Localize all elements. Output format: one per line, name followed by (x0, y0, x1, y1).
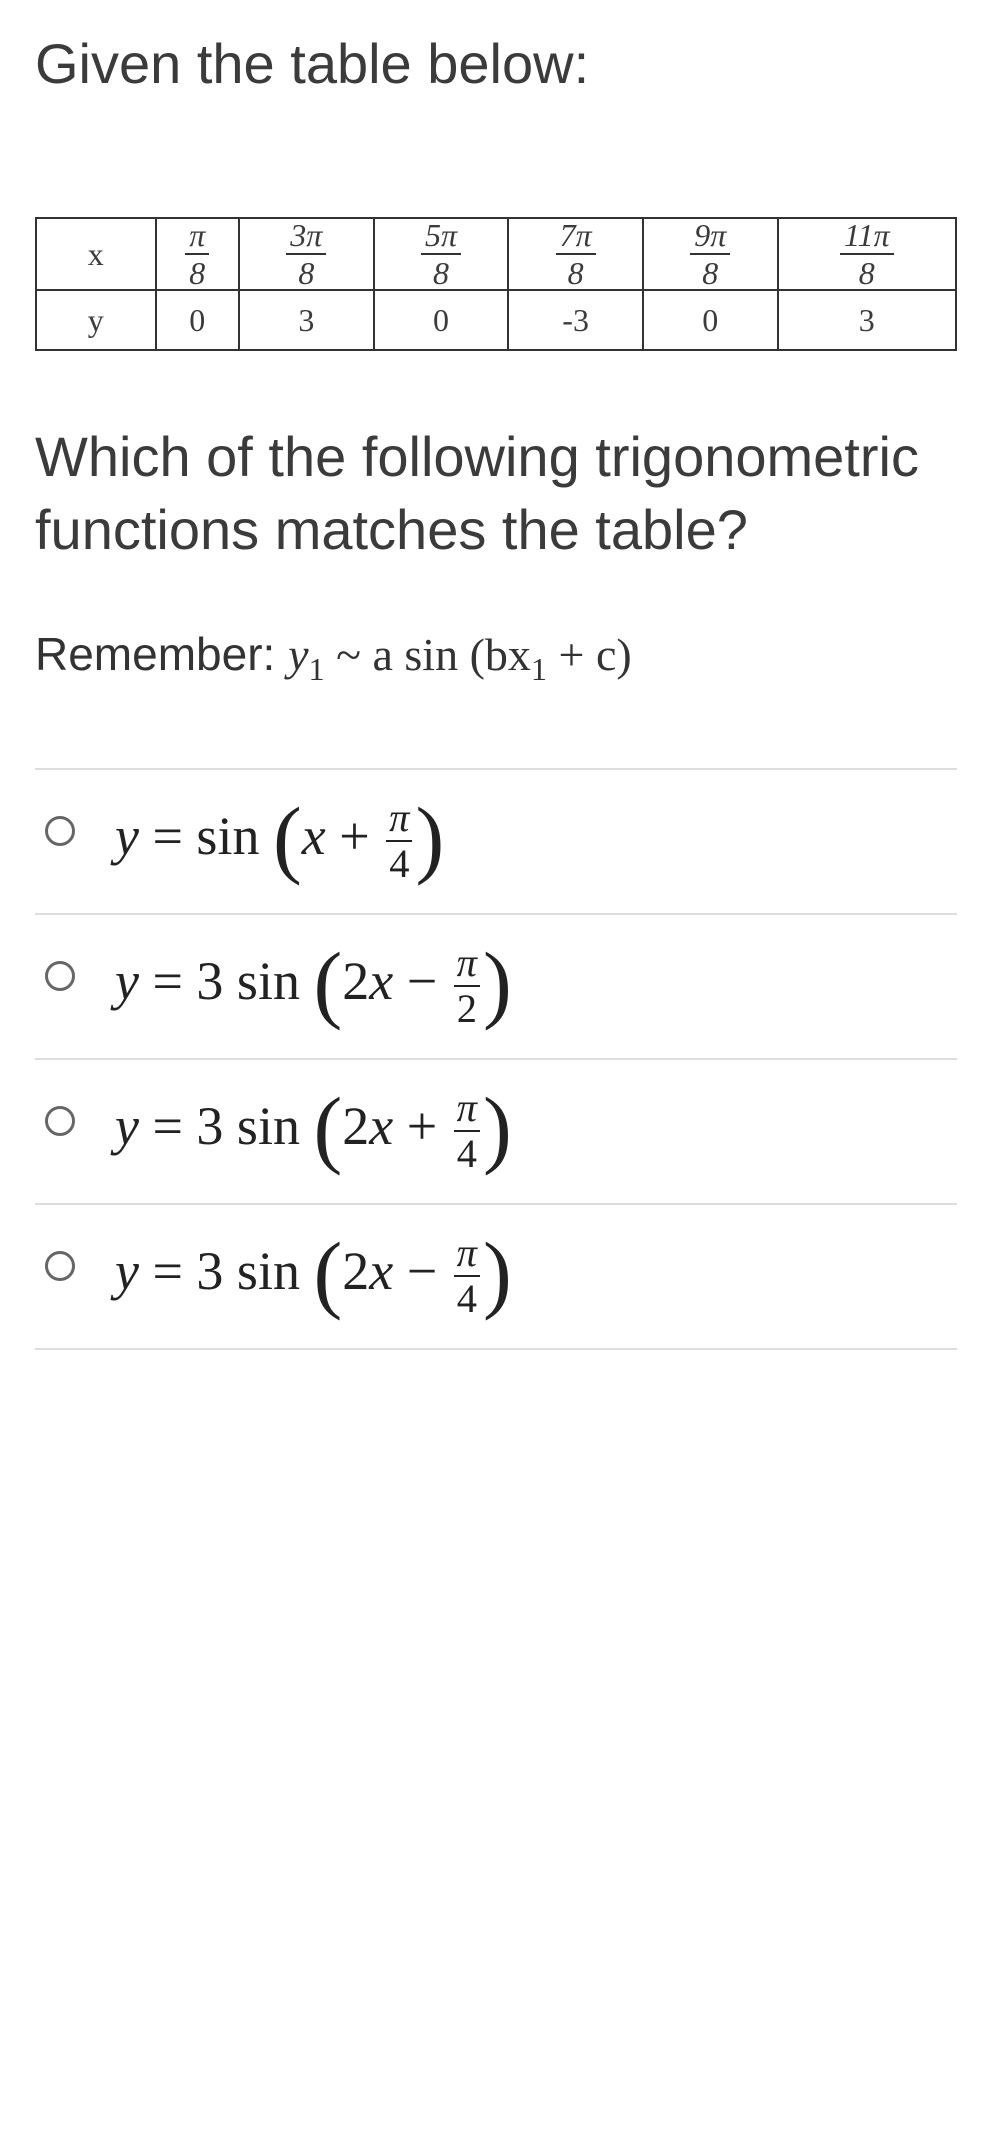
option-b-content: y = 3 sin (2x − π2) (115, 943, 512, 1030)
option-d[interactable]: y = 3 sin (2x − π4) (35, 1205, 957, 1348)
option-c[interactable]: y = 3 sin (2x + π4) (35, 1060, 957, 1205)
table-row-x: x π8 3π8 5π8 7π8 9π8 11π8 (36, 218, 956, 290)
question-text: Which of the following trigonometric fun… (35, 421, 957, 567)
option-b[interactable]: y = 3 sin (2x − π2) (35, 915, 957, 1060)
option-c-content: y = 3 sin (2x + π4) (115, 1088, 512, 1175)
radio-icon[interactable] (45, 1106, 75, 1136)
row-label-y: y (36, 290, 156, 350)
data-table: x π8 3π8 5π8 7π8 9π8 11π8 y 0 3 0 -3 0 3 (35, 217, 957, 351)
row-label-x: x (36, 218, 156, 290)
y-cell: 0 (643, 290, 778, 350)
table-row-y: y 0 3 0 -3 0 3 (36, 290, 956, 350)
x-cell: 9π8 (643, 218, 778, 290)
x-cell: 5π8 (374, 218, 509, 290)
option-d-content: y = 3 sin (2x − π4) (115, 1233, 512, 1320)
y-cell: 3 (239, 290, 374, 350)
x-cell: π8 (156, 218, 239, 290)
y-cell: 0 (156, 290, 239, 350)
x-cell: 11π8 (778, 218, 956, 290)
x-cell: 7π8 (508, 218, 643, 290)
options-list: y = sin (x + π4) y = 3 sin (2x − π2) y =… (35, 768, 957, 1350)
radio-icon[interactable] (45, 816, 75, 846)
radio-icon[interactable] (45, 1251, 75, 1281)
option-a[interactable]: y = sin (x + π4) (35, 770, 957, 915)
y-cell: 0 (374, 290, 509, 350)
y-cell: 3 (778, 290, 956, 350)
option-a-content: y = sin (x + π4) (115, 798, 444, 885)
remember-hint: Remember: y1 ~ a sin (bx1 + c) (35, 627, 957, 688)
heading-intro: Given the table below: (35, 30, 957, 97)
y-cell: -3 (508, 290, 643, 350)
x-cell: 3π8 (239, 218, 374, 290)
radio-icon[interactable] (45, 961, 75, 991)
